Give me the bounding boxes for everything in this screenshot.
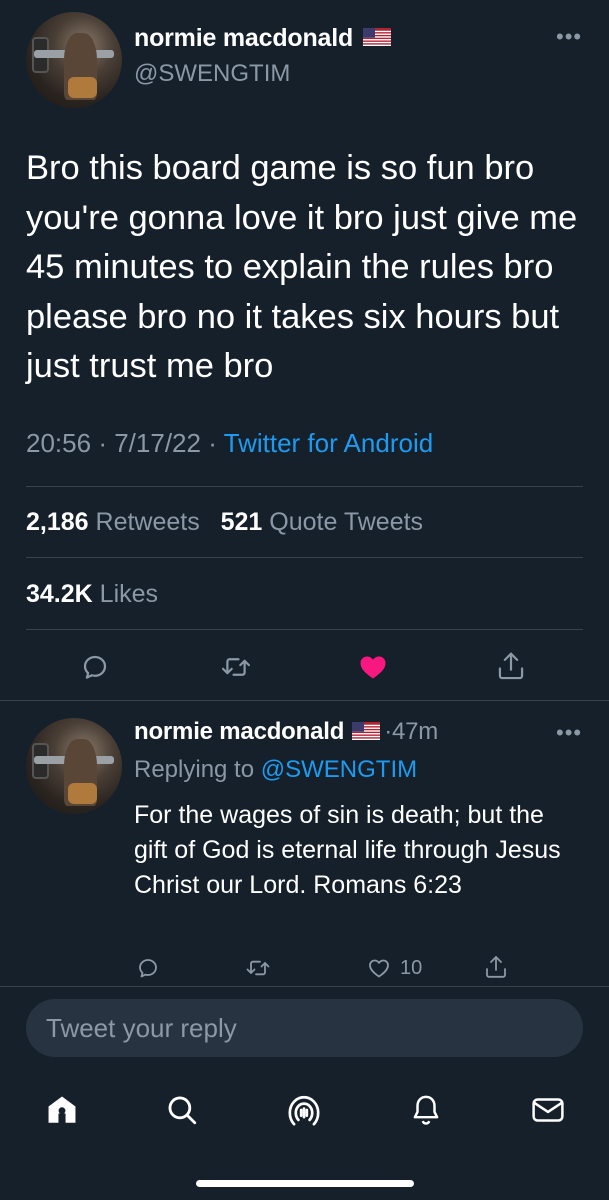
share-button[interactable] — [494, 648, 528, 684]
reply-more-options-icon[interactable]: ••• — [556, 720, 582, 746]
quote-tweets-stat[interactable]: 521 Quote Tweets — [221, 508, 423, 536]
retweets-count: 2,186 — [26, 508, 89, 536]
retweets-label: Retweets — [95, 508, 200, 536]
tweet-time: 20:56 — [26, 428, 92, 458]
more-options-icon[interactable]: ••• — [556, 24, 582, 50]
meta-separator: · — [208, 428, 217, 458]
nav-home[interactable] — [42, 1090, 82, 1130]
retweet-icon — [246, 960, 270, 976]
reply-tweet-text: For the wages of sin is death; but the g… — [134, 801, 561, 899]
reply-icon — [83, 655, 107, 679]
reply-author-name: normie macdonald — [134, 718, 345, 745]
heart-outline-icon — [369, 959, 389, 978]
us-flag-icon — [363, 28, 392, 47]
reply-like-count: 10 — [400, 956, 423, 979]
nav-messages[interactable] — [528, 1092, 568, 1128]
replying-to-mention[interactable]: @SWENGTIM — [261, 756, 417, 783]
reply-reply-button[interactable] — [134, 954, 162, 982]
search-icon — [168, 1096, 197, 1125]
likes-label: Likes — [99, 580, 159, 608]
likes-stat[interactable]: 34.2K Likes — [26, 580, 158, 609]
reply-author-header[interactable]: normie macdonald ·47m — [134, 718, 438, 746]
meta-separator: · — [98, 428, 107, 458]
reply-author-avatar[interactable] — [26, 718, 122, 814]
nav-search[interactable] — [162, 1090, 202, 1130]
reply-input[interactable] — [26, 999, 583, 1057]
messages-icon — [532, 1098, 564, 1122]
reply-time-separator: · — [384, 718, 392, 745]
home-icon — [48, 1096, 76, 1123]
author-name-text: normie macdonald — [134, 24, 354, 52]
divider — [0, 700, 609, 701]
divider — [26, 629, 583, 630]
nav-notifications[interactable] — [406, 1090, 446, 1130]
quote-tweets-count: 521 — [220, 508, 263, 536]
reply-button[interactable] — [78, 650, 112, 684]
author-avatar[interactable] — [26, 12, 122, 108]
heart-filled-icon — [360, 656, 386, 679]
spaces-icon — [288, 1095, 320, 1126]
share-icon — [498, 652, 524, 680]
replying-to-label: Replying to — [134, 756, 255, 783]
reply-compose-box[interactable] — [26, 999, 583, 1057]
nav-spaces[interactable] — [284, 1088, 324, 1132]
share-icon — [486, 956, 506, 978]
reply-share-button[interactable] — [482, 952, 510, 982]
home-indicator[interactable] — [196, 1180, 414, 1187]
reply-time: 47m — [391, 718, 439, 745]
quote-tweets-label: Quote Tweets — [269, 508, 424, 536]
notifications-icon — [413, 1095, 439, 1125]
us-flag-icon — [352, 721, 381, 740]
retweets-stat[interactable]: 2,186 Retweets — [26, 508, 200, 536]
divider — [0, 986, 609, 987]
retweet-button[interactable] — [218, 650, 254, 684]
author-handle[interactable]: @SWENGTIM — [134, 60, 290, 88]
tweet-date: 7/17/22 — [114, 428, 201, 458]
divider — [26, 557, 583, 558]
divider — [26, 486, 583, 487]
reply-icon — [139, 959, 157, 978]
tweet-meta: 20:56 · 7/17/22 · Twitter for Android — [26, 428, 433, 459]
reply-retweet-button[interactable] — [243, 954, 273, 982]
retweet-icon — [221, 658, 251, 676]
reply-like-button[interactable]: 10 — [366, 954, 422, 982]
author-name[interactable]: normie macdonald — [134, 24, 392, 53]
bottom-nav — [0, 1080, 609, 1140]
replying-to-line: Replying to @SWENGTIM — [134, 756, 417, 784]
tweet-text: Bro this board game is so fun bro you're… — [26, 149, 578, 385]
likes-count: 34.2K — [26, 580, 93, 608]
engagement-stats-row: 2,186 Retweets 521 Quote Tweets — [26, 508, 423, 537]
tweet-source-link[interactable]: Twitter for Android — [224, 428, 434, 458]
like-button[interactable] — [356, 650, 390, 684]
